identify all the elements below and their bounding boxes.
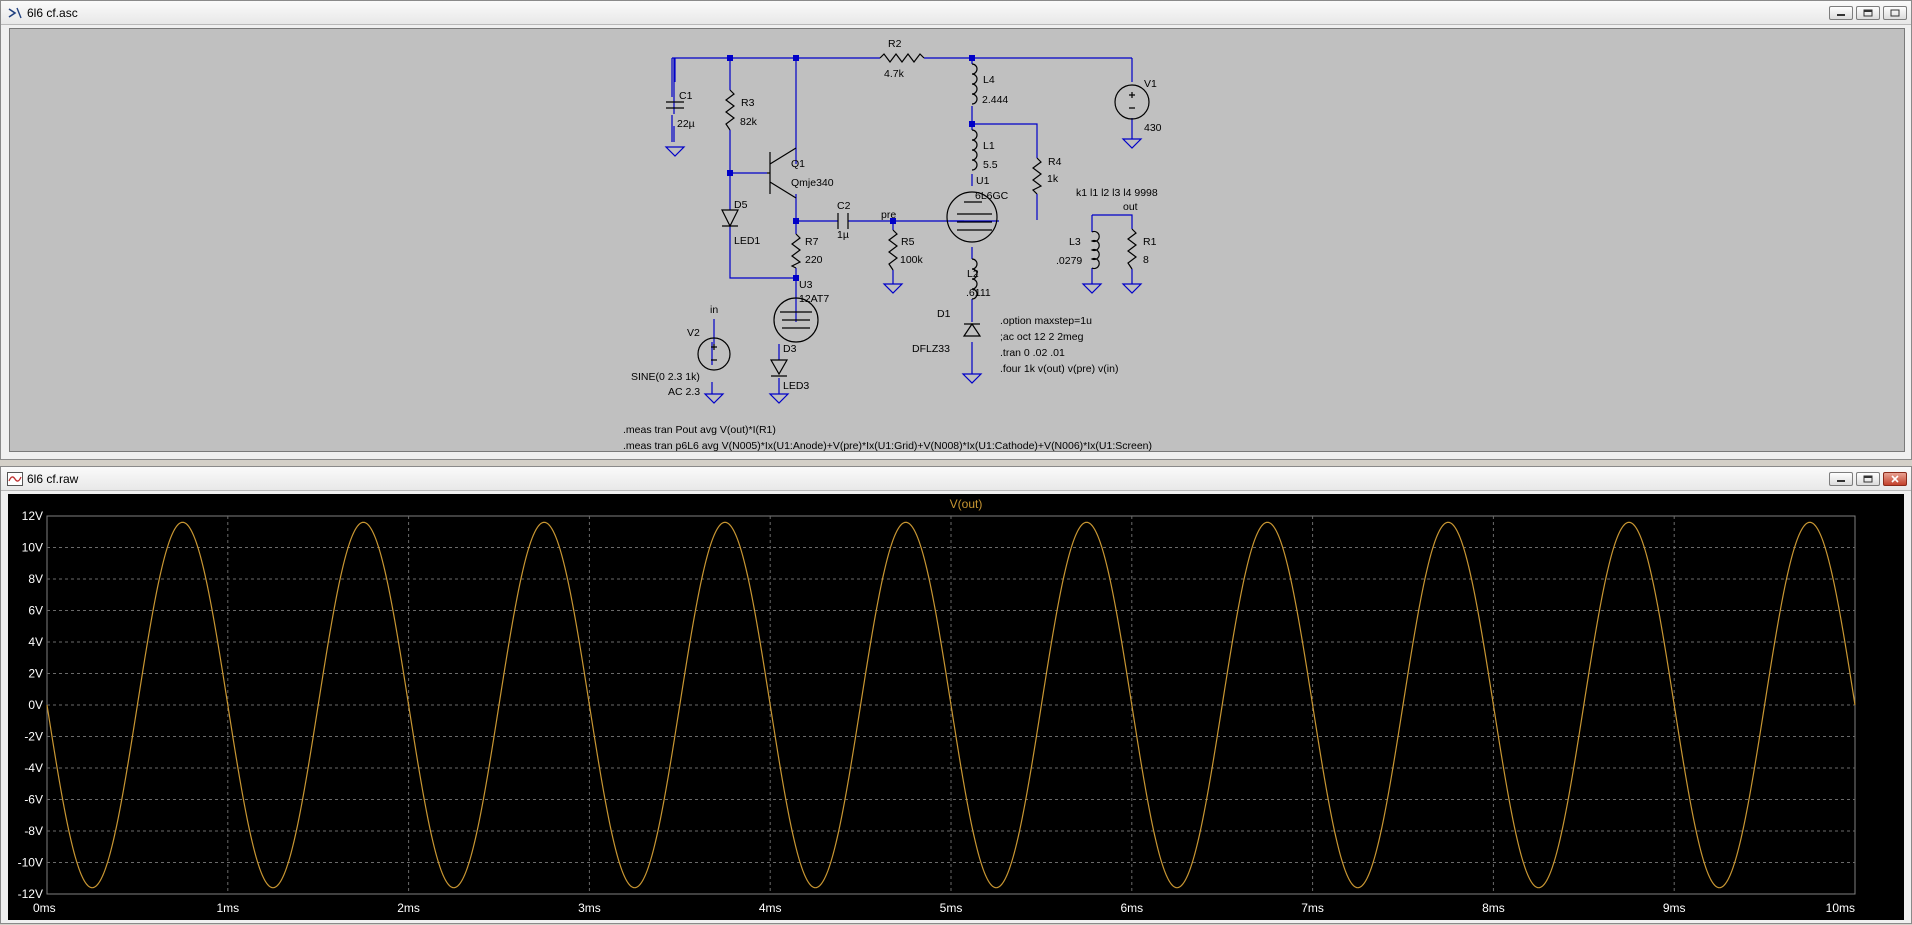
svg-text:1µ: 1µ: [837, 229, 849, 241]
svg-text:2.444: 2.444: [982, 94, 1008, 106]
svg-text:1k: 1k: [1047, 173, 1059, 185]
schematic-title: 6l6 cf.asc: [27, 6, 78, 20]
y-tick-label: 10V: [22, 541, 43, 555]
x-tick-label: 1ms: [216, 901, 239, 915]
spice-directives: .option maxstep=1u ;ac oct 12 2 2meg .tr…: [623, 315, 1152, 451]
x-tick-label: 6ms: [1120, 901, 1143, 915]
y-tick-label: -2V: [24, 730, 43, 744]
x-tick-label: 5ms: [940, 901, 963, 915]
y-tick-label: 0V: [28, 698, 43, 712]
svg-text:L1: L1: [983, 140, 995, 152]
y-tick-label: 12V: [22, 509, 43, 523]
svg-text:R7: R7: [805, 236, 819, 248]
minimize-button[interactable]: [1829, 6, 1853, 20]
svg-text:;ac oct 12 2 2meg: ;ac oct 12 2 2meg: [1000, 331, 1084, 343]
svg-text:U1: U1: [976, 175, 990, 187]
minimize-button[interactable]: [1829, 472, 1853, 486]
svg-text:out: out: [1123, 201, 1138, 213]
svg-text:R1: R1: [1143, 236, 1157, 248]
svg-text:430: 430: [1144, 122, 1162, 134]
schematic-canvas[interactable]: R2 4.7k C1 22µ R3 82k Q1 Qmje340 D5 LED1…: [9, 28, 1905, 452]
svg-text:LED3: LED3: [783, 380, 809, 392]
x-tick-label: 3ms: [578, 901, 601, 915]
svg-text:V2: V2: [687, 327, 700, 339]
x-tick-label: 10ms: [1826, 901, 1855, 915]
y-tick-label: -10V: [18, 856, 43, 870]
svg-text:100k: 100k: [900, 254, 924, 266]
svg-text:in: in: [710, 304, 718, 316]
svg-text:D5: D5: [734, 199, 748, 211]
svg-text:82k: 82k: [740, 116, 758, 128]
svg-text:.6111: .6111: [966, 287, 991, 299]
svg-text:C1: C1: [679, 90, 693, 102]
svg-text:SINE(0 2.3 1k): SINE(0 2.3 1k): [631, 371, 700, 383]
schematic-titlebar[interactable]: 6l6 cf.asc: [1, 1, 1911, 25]
y-tick-label: 2V: [28, 667, 43, 681]
svg-text:R3: R3: [741, 97, 755, 109]
svg-text:pre: pre: [881, 209, 896, 221]
svg-text:U3: U3: [799, 279, 813, 291]
svg-text:LED1: LED1: [734, 235, 760, 247]
svg-text:.meas tran Pout avg V(out)*I(R: .meas tran Pout avg V(out)*I(R1): [623, 424, 776, 436]
waveform-plot[interactable]: V(out) 12V 10V 8V 6V 4V 2V 0V -2V -4V -6V -8V -10V -…: [8, 494, 1904, 920]
svg-text:5.5: 5.5: [983, 159, 998, 171]
svg-text:Q1: Q1: [791, 158, 805, 170]
svg-text:22µ: 22µ: [677, 118, 695, 130]
svg-text:.four 1k v(out) v(pre) v(in): .four 1k v(out) v(pre) v(in): [1000, 363, 1118, 375]
y-tick-label: -4V: [24, 761, 43, 775]
x-axis-ticks: 0ms 1ms 2ms 3ms 4ms 5ms 6ms 7ms 8ms 9ms 10ms: [33, 901, 1855, 915]
svg-text:L2: L2: [967, 268, 979, 280]
svg-text:.tran 0 .02 .01: .tran 0 .02 .01: [1000, 347, 1065, 359]
y-tick-label: -8V: [24, 824, 43, 838]
x-tick-label: 4ms: [759, 901, 782, 915]
svg-text:8: 8: [1143, 254, 1149, 266]
svg-text:6L6GC: 6L6GC: [975, 190, 1009, 202]
component-labels: R2 4.7k C1 22µ R3 82k Q1 Qmje340 D5 LED1…: [631, 38, 1162, 398]
schematic-components: [666, 53, 1150, 377]
svg-text:Qmje340: Qmje340: [791, 177, 834, 189]
svg-text:220: 220: [805, 254, 823, 266]
close-button[interactable]: [1883, 6, 1907, 20]
svg-text:V1: V1: [1144, 78, 1157, 90]
svg-text:D1: D1: [937, 308, 951, 320]
svg-text:4.7k: 4.7k: [884, 68, 905, 80]
x-tick-label: 7ms: [1301, 901, 1324, 915]
svg-text:.meas tran p6L6 avg V(N005)*Ix: .meas tran p6L6 avg V(N005)*Ix(U1:Anode)…: [623, 440, 1152, 451]
waveform-title: 6l6 cf.raw: [27, 472, 79, 486]
svg-text:L3: L3: [1069, 236, 1081, 248]
svg-text:C2: C2: [837, 200, 851, 212]
y-axis-ticks: 12V 10V 8V 6V 4V 2V 0V -2V -4V -6V -8V -10V -12V: [18, 509, 43, 901]
y-tick-label: 8V: [28, 572, 43, 586]
waveform-icon: [7, 472, 23, 486]
x-tick-label: 9ms: [1663, 901, 1686, 915]
y-tick-label: -12V: [18, 887, 43, 901]
junction-dots: [727, 55, 975, 281]
svg-text:R4: R4: [1048, 156, 1062, 168]
schematic-icon: [8, 7, 22, 19]
y-tick-label: -6V: [24, 793, 43, 807]
svg-text:.0279: .0279: [1056, 255, 1082, 267]
svg-text:DFLZ33: DFLZ33: [912, 343, 950, 355]
waveform-titlebar[interactable]: 6l6 cf.raw: [1, 467, 1911, 491]
restore-button[interactable]: [1856, 6, 1880, 20]
svg-text:AC 2.3: AC 2.3: [668, 386, 700, 398]
close-button[interactable]: [1883, 472, 1907, 486]
svg-text:R5: R5: [901, 236, 915, 248]
restore-button[interactable]: [1856, 472, 1880, 486]
x-tick-label: 0ms: [33, 901, 56, 915]
chart-title: V(out): [950, 497, 983, 511]
svg-text:L4: L4: [983, 74, 995, 86]
y-tick-label: 6V: [28, 604, 43, 618]
svg-text:k1 l1 l2 l3 l4 9998: k1 l1 l2 l3 l4 9998: [1076, 187, 1158, 199]
x-tick-label: 8ms: [1482, 901, 1505, 915]
svg-text:.option maxstep=1u: .option maxstep=1u: [1000, 315, 1092, 327]
svg-text:R2: R2: [888, 38, 902, 50]
x-tick-label: 2ms: [397, 901, 420, 915]
y-tick-label: 4V: [28, 635, 43, 649]
schematic-window: 6l6 cf.asc R2 4.7k C1 22µ R3 82k Q1 Qmje…: [0, 0, 1912, 460]
svg-text:12AT7: 12AT7: [799, 293, 829, 305]
svg-text:D3: D3: [783, 343, 797, 355]
